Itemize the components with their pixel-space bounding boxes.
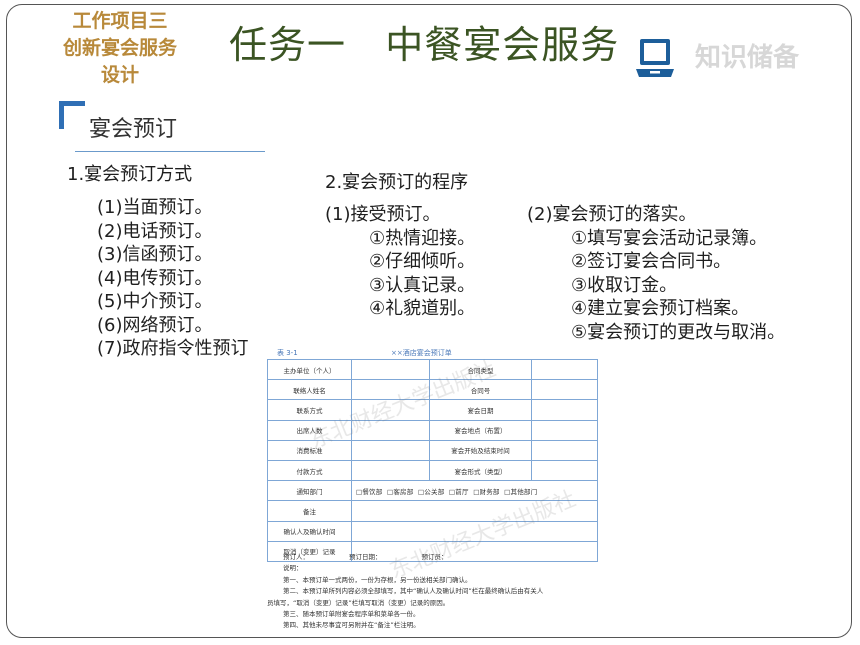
table-cell: 宴会形式（类型） xyxy=(429,459,532,482)
table-cell: 宴会开始及结束时间 xyxy=(429,439,532,461)
methods-list: (1)当面预订。 (2)电话预订。 (3)信函预订。 (4)电传预订。 (5)中… xyxy=(97,196,249,361)
table-row: 联系方式 宴会日期 xyxy=(267,399,598,421)
table-cell xyxy=(531,358,598,381)
list-item: (4)电传预订。 xyxy=(97,267,213,289)
list-item: (2)电话预订。 xyxy=(97,220,213,242)
table-cell xyxy=(351,358,430,381)
signature-clerk: 预订员： xyxy=(421,553,448,561)
procedure-heading: 2.宴会预订的程序 xyxy=(325,172,469,193)
knowledge-label: 知识储备 xyxy=(695,43,800,73)
table-cell xyxy=(351,399,430,421)
laptop-icon xyxy=(636,39,674,77)
booking-form-image: 表 3-1 ××酒店宴会预订单 主办单位（个人） 合同类型 联络人姓名 合同号 … xyxy=(263,347,605,637)
methods-heading: 1.宴会预订方式 xyxy=(67,164,193,185)
table-cell xyxy=(351,459,430,482)
slide-frame: 工作项目三 创新宴会服务 设计 任务一 中餐宴会服务 知识储备 宴会预订 1.宴… xyxy=(6,4,852,638)
table-cell: 合同号 xyxy=(429,379,532,401)
table-cell xyxy=(531,459,598,482)
list-item: (2)宴会预订的落实。 xyxy=(527,204,697,225)
table-cell: 付款方式 xyxy=(267,459,352,482)
list-item: ④礼貌道别。 xyxy=(369,298,476,319)
table-cell: 备注 xyxy=(267,500,352,522)
booking-form-table: 主办单位（个人） 合同类型 联络人姓名 合同号 联系方式 宴会日期 出席人数 宴… xyxy=(267,358,598,562)
list-item: ⑤宴会预订的更改与取消。 xyxy=(571,321,786,343)
list-item: ④建立宴会预订档案。 xyxy=(571,298,750,319)
table-row: 联络人姓名 合同号 xyxy=(267,379,598,401)
table-cell: 消费标准 xyxy=(267,439,352,461)
table-cell: 主办单位（个人） xyxy=(267,358,352,381)
table-row: 消费标准 宴会开始及结束时间 xyxy=(267,439,598,461)
project-title-line: 设计 xyxy=(100,64,139,86)
table-cell: 宴会地点（布置） xyxy=(429,419,532,441)
table-row: 确认人及确认时间 xyxy=(267,520,598,542)
form-notes-title: 说明： xyxy=(283,564,303,573)
table-cell: 宴会日期 xyxy=(429,399,532,421)
table-row: 出席人数 宴会地点（布置） xyxy=(267,419,598,441)
list-item: ①热情迎接。 xyxy=(369,227,476,249)
table-cell xyxy=(531,379,598,401)
project-title-line: 创新宴会服务 xyxy=(62,37,177,59)
table-cell: 联络人姓名 xyxy=(267,379,352,401)
list-item: ②签订宴会合同书。 xyxy=(571,251,732,272)
table-cell xyxy=(351,500,598,522)
receive-list: (1)接受预订。 ①热情迎接。 ②仔细倾听。 ③认真记录。 ④礼貌道别。 xyxy=(325,203,475,321)
table-cell: 出席人数 xyxy=(267,419,352,441)
table-cell xyxy=(351,439,430,461)
form-caption-title: ××酒店宴会预订单 xyxy=(391,349,452,357)
section-bracket-icon xyxy=(59,101,85,129)
list-item: (1)当面预订。 xyxy=(97,197,213,218)
implement-list: (2)宴会预订的落实。 ①填写宴会活动记录簿。 ②签订宴会合同书。 ③收取订金。… xyxy=(527,203,785,344)
section-divider xyxy=(75,151,265,152)
list-item: ③收取订金。 xyxy=(571,274,678,296)
table-cell: 确认人及确认时间 xyxy=(267,520,352,542)
signature-date: 预订日期： xyxy=(349,553,382,561)
table-cell xyxy=(531,439,598,461)
notify-options: □餐饮部 □客房部 □公关部 □前厅 □财务部 □其他部门 xyxy=(351,480,598,502)
list-item: (1)接受预订。 xyxy=(325,204,441,225)
project-title: 工作项目三 创新宴会服务 设计 xyxy=(25,8,215,89)
form-note: 第二、本预订单所列内容必须全部填写，其中“确认人及确认时间”栏在最终确认后由有关… xyxy=(283,587,544,596)
table-row: 备注 xyxy=(267,500,598,522)
form-footer: 预订人： 预订日期： 预订员： 说明： 第一、本预订单一式两份，一份为存根，另一… xyxy=(267,552,601,632)
table-cell xyxy=(351,520,598,542)
list-item: ③认真记录。 xyxy=(369,274,476,296)
form-note: 第四、其他未尽事宜可另附并在“备注”栏注明。 xyxy=(283,621,420,630)
list-item: (7)政府指令性预订 xyxy=(97,338,249,359)
signature-row: 预订人： 预订日期： 预订员： xyxy=(267,552,601,563)
table-row: 主办单位（个人） 合同类型 xyxy=(267,358,598,381)
table-row: 通知部门 □餐饮部 □客房部 □公关部 □前厅 □财务部 □其他部门 xyxy=(267,480,598,502)
table-cell xyxy=(351,379,430,401)
project-title-line: 工作项目三 xyxy=(72,10,168,32)
list-item: (3)信函预订。 xyxy=(97,244,213,265)
form-note: 第三、随本预订单附宴会程序单和菜单各一份。 xyxy=(283,610,420,619)
table-cell: 合同类型 xyxy=(429,358,532,381)
list-item: (6)网络预订。 xyxy=(97,314,213,336)
table-cell xyxy=(351,419,430,441)
table-row: 付款方式 宴会形式（类型） xyxy=(267,459,598,482)
list-item: ①填写宴会活动记录簿。 xyxy=(571,227,768,249)
task-title: 任务一 中餐宴会服务 xyxy=(229,23,620,67)
list-item: ②仔细倾听。 xyxy=(369,251,476,272)
form-note: 员填写，“取消（变更）记录”栏填写取消（变更）记录的原因。 xyxy=(267,598,450,607)
form-caption-number: 表 3-1 xyxy=(277,349,298,357)
table-cell xyxy=(531,419,598,441)
form-note: 第一、本预订单一式两份，一份为存根，另一份送相关部门确认。 xyxy=(283,575,472,584)
list-item: (5)中介预订。 xyxy=(97,291,213,312)
section-heading: 宴会预订 xyxy=(89,117,178,142)
signature-booker: 预订人： xyxy=(283,553,309,561)
table-cell: 通知部门 xyxy=(267,480,352,502)
table-cell xyxy=(531,399,598,421)
table-cell: 联系方式 xyxy=(267,399,352,421)
